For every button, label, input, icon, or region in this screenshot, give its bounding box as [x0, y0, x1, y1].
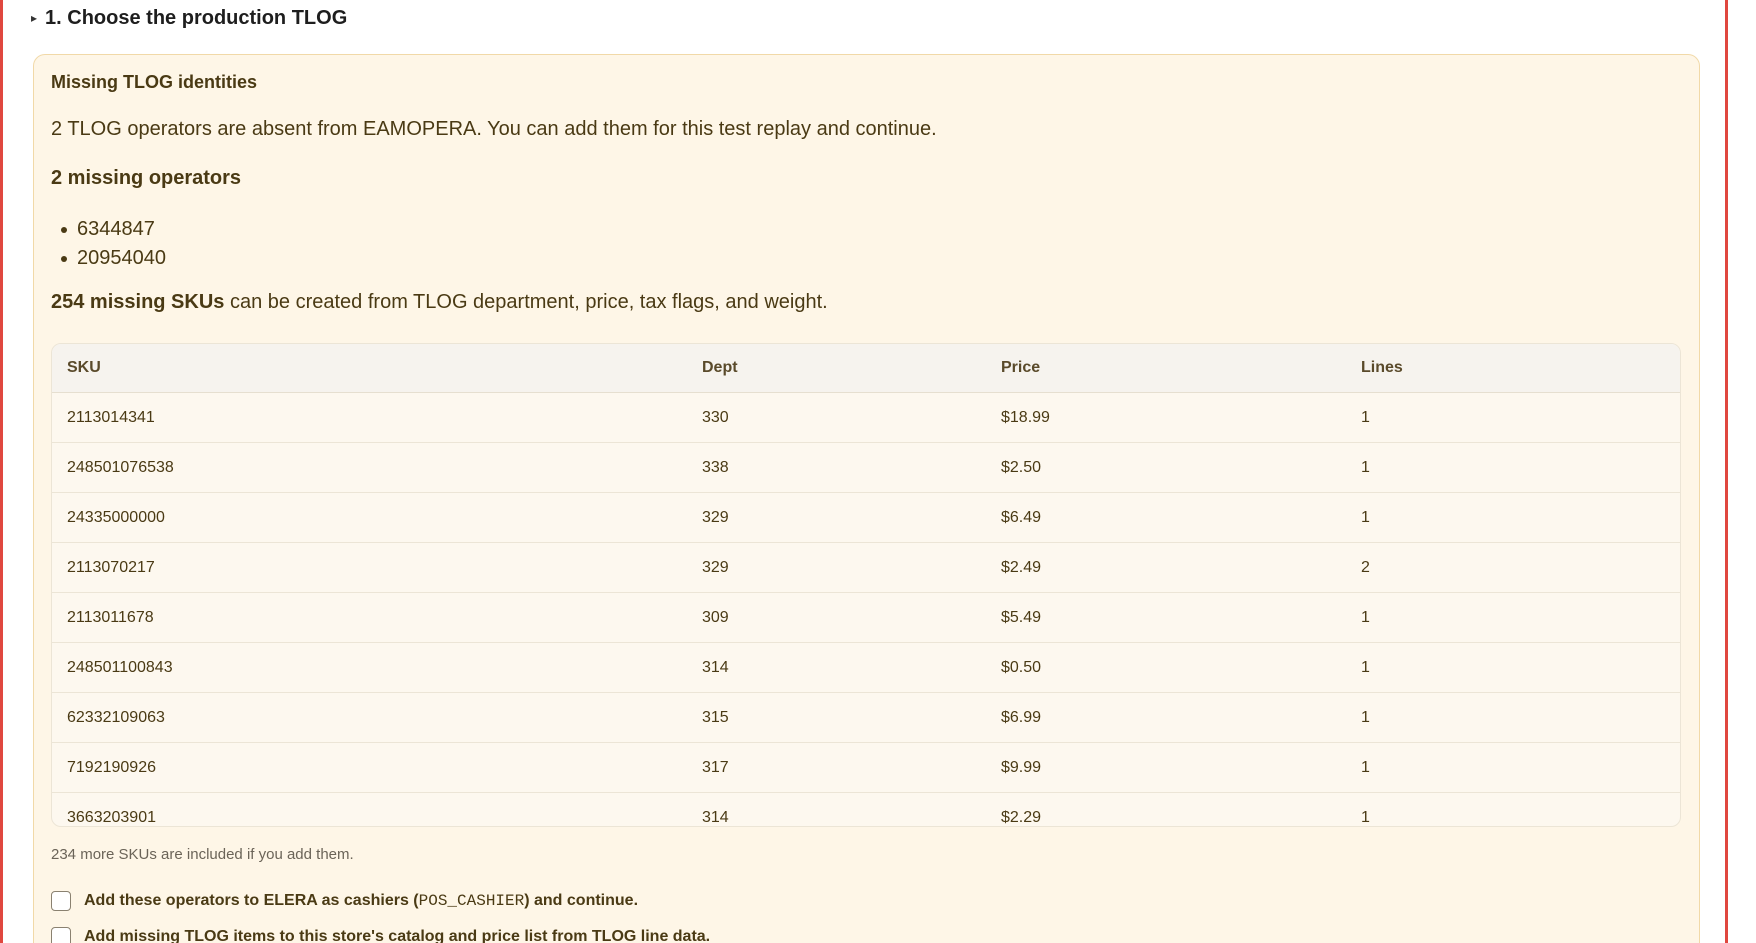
- column-header-dept: Dept: [702, 344, 1001, 393]
- cell-dept: 329: [702, 492, 1001, 543]
- operator-id: 6344847: [77, 218, 155, 240]
- add-operators-checkbox[interactable]: [51, 891, 71, 911]
- bullet-icon: [61, 226, 67, 233]
- table-row: 7192190926 317 $9.99 1: [52, 742, 1680, 793]
- list-item: 6344847: [51, 215, 166, 244]
- add-items-checkbox[interactable]: [51, 927, 71, 943]
- panel-title: Missing TLOG identities: [51, 72, 258, 92]
- cell-sku: 2113011678: [52, 592, 702, 643]
- table-row: 2113070217 329 $2.49 2: [52, 542, 1680, 593]
- cell-dept: 330: [702, 392, 1001, 443]
- cell-sku: 2113070217: [52, 542, 702, 593]
- cell-lines: 1: [1361, 392, 1680, 443]
- cell-dept: 317: [702, 742, 1001, 793]
- table-row: 2113011678 309 $5.49 1: [52, 592, 1680, 643]
- table-row: 62332109063 315 $6.99 1: [52, 692, 1680, 743]
- section-title: 1. Choose the production TLOG: [45, 6, 348, 29]
- table-row: 248501100843 314 $0.50 1: [52, 642, 1680, 693]
- missing-skus-text: can be created from TLOG department, pri…: [224, 291, 828, 313]
- missing-skus-count: 254 missing SKUs: [51, 291, 225, 313]
- cell-sku: 7192190926: [52, 742, 702, 793]
- table-row: 24335000000 329 $6.49 1: [52, 492, 1680, 543]
- cell-lines: 1: [1361, 642, 1680, 693]
- missing-skus-table: SKU Dept Price Lines 2113014341 330 $18.…: [52, 344, 1680, 826]
- add-operators-label-prefix: Add these operators to ELERA as cashiers…: [84, 892, 419, 909]
- pos-cashier-code: POS_CASHIER: [418, 892, 525, 910]
- table-row: 248501076538 338 $2.50 1: [52, 442, 1680, 493]
- list-item: 20954040: [51, 244, 166, 273]
- panel-description: 2 TLOG operators are absent from EAMOPER…: [51, 118, 937, 140]
- column-header-price: Price: [1001, 344, 1361, 393]
- cell-lines: 1: [1361, 592, 1680, 643]
- more-skus-note: 234 more SKUs are included if you add th…: [51, 846, 354, 863]
- column-header-sku: SKU: [52, 344, 702, 393]
- cell-sku: 2113014341: [52, 392, 702, 443]
- add-items-option[interactable]: Add missing TLOG items to this store's c…: [51, 927, 710, 943]
- cell-dept: 309: [702, 592, 1001, 643]
- cell-sku: 24335000000: [52, 492, 702, 543]
- missing-skus-table-container[interactable]: SKU Dept Price Lines 2113014341 330 $18.…: [51, 343, 1681, 827]
- table-header-row: SKU Dept Price Lines: [52, 344, 1680, 393]
- missing-skus-summary: 254 missing SKUs can be created from TLO…: [51, 291, 828, 314]
- cell-price: $6.99: [1001, 692, 1361, 743]
- cell-price: $9.99: [1001, 742, 1361, 793]
- add-operators-label-suffix: ) and continue.: [524, 892, 639, 909]
- window-edge: [1728, 0, 1756, 943]
- add-operators-label: Add these operators to ELERA as cashiers…: [84, 892, 638, 910]
- cell-lines: 1: [1361, 792, 1680, 826]
- bullet-icon: [61, 255, 67, 262]
- cell-dept: 329: [702, 542, 1001, 593]
- cell-dept: 315: [702, 692, 1001, 743]
- cell-lines: 1: [1361, 742, 1680, 793]
- main-frame: ▸ 1. Choose the production TLOG Missing …: [0, 0, 1728, 943]
- cell-price: $5.49: [1001, 592, 1361, 643]
- section-toggle[interactable]: ▸ 1. Choose the production TLOG: [31, 4, 347, 32]
- cell-dept: 338: [702, 442, 1001, 493]
- cell-lines: 2: [1361, 542, 1680, 593]
- cell-lines: 1: [1361, 492, 1680, 543]
- cell-sku: 62332109063: [52, 692, 702, 743]
- expand-triangle-icon: ▸: [31, 11, 38, 25]
- cell-price: $18.99: [1001, 392, 1361, 443]
- table-row: 3663203901 314 $2.29 1: [52, 792, 1680, 826]
- cell-price: $2.29: [1001, 792, 1361, 826]
- cell-price: $0.50: [1001, 642, 1361, 693]
- cell-lines: 1: [1361, 442, 1680, 493]
- missing-operators-list: 6344847 20954040: [51, 215, 166, 273]
- cell-price: $2.50: [1001, 442, 1361, 493]
- add-operators-option[interactable]: Add these operators to ELERA as cashiers…: [51, 891, 638, 911]
- add-items-label: Add missing TLOG items to this store's c…: [84, 928, 711, 943]
- cell-sku: 3663203901: [52, 792, 702, 826]
- cell-sku: 248501076538: [52, 442, 702, 493]
- table-row: 2113014341 330 $18.99 1: [52, 392, 1680, 443]
- missing-operators-heading: 2 missing operators: [51, 167, 242, 189]
- operator-id: 20954040: [77, 247, 166, 269]
- cell-price: $2.49: [1001, 542, 1361, 593]
- cell-lines: 1: [1361, 692, 1680, 743]
- missing-identities-panel: Missing TLOG identities 2 TLOG operators…: [33, 54, 1700, 943]
- cell-dept: 314: [702, 642, 1001, 693]
- cell-dept: 314: [702, 792, 1001, 826]
- cell-sku: 248501100843: [52, 642, 702, 693]
- cell-price: $6.49: [1001, 492, 1361, 543]
- column-header-lines: Lines: [1361, 344, 1680, 393]
